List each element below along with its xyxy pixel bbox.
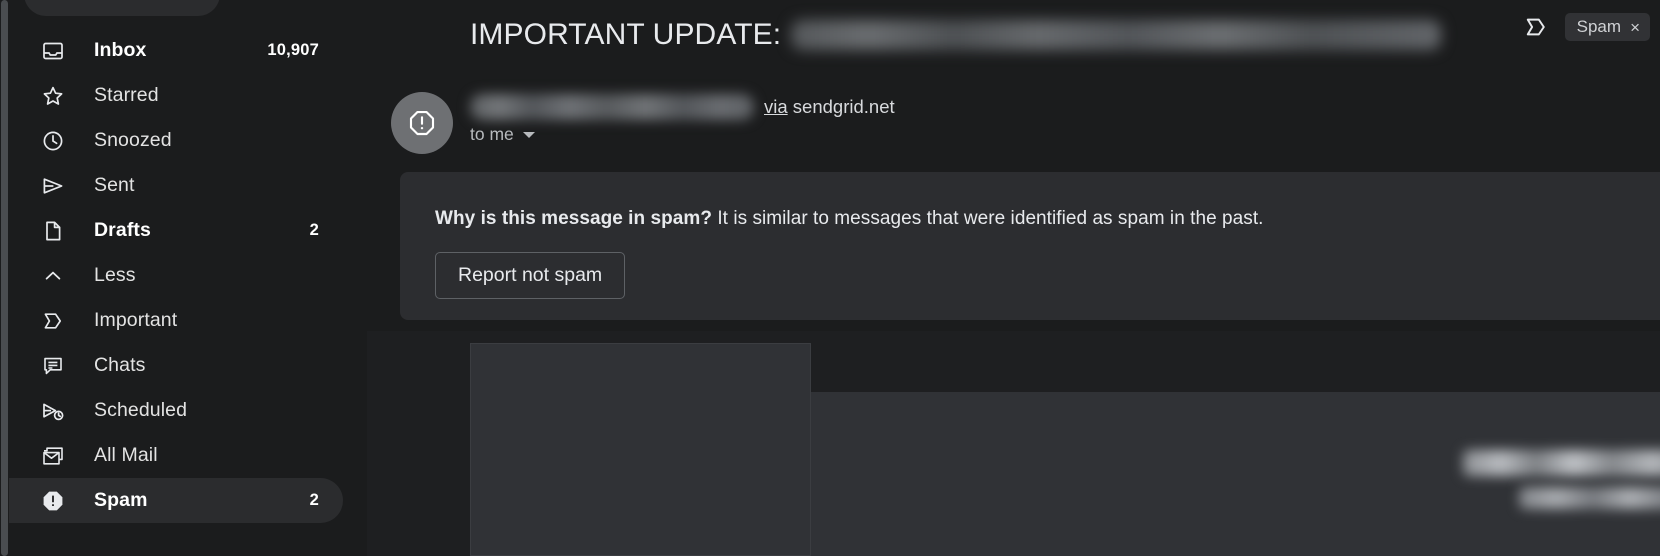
sender-domain: sendgrid.net [792, 96, 895, 117]
clock-icon [40, 128, 66, 154]
via-link[interactable]: via [764, 96, 788, 117]
subject-redacted-text [791, 20, 1442, 50]
sidebar-item-spam[interactable]: Spam 2 [0, 478, 343, 523]
sidebar-item-count: 10,907 [267, 41, 319, 59]
sidebar-item-label: Inbox [94, 39, 147, 61]
all-mail-icon [40, 443, 66, 469]
sidebar-item-chats[interactable]: Chats [0, 343, 343, 388]
sidebar-item-label: Less [94, 264, 136, 286]
sidebar-item-all-mail[interactable]: All Mail [0, 433, 343, 478]
chevron-down-icon[interactable] [522, 131, 535, 138]
sidebar: Inbox 10,907 Starred Snoozed Sent Drafts… [0, 0, 367, 556]
sidebar-item-label: Spam [94, 489, 148, 511]
body-redacted-line-2 [1519, 487, 1660, 509]
spam-warning-question: Why is this message in spam? [435, 208, 712, 229]
message-body-image-block [470, 343, 811, 556]
via-sender-domain: via sendgrid.net [764, 96, 895, 118]
avatar[interactable] [391, 92, 453, 154]
sender-line: via sendgrid.net [470, 94, 895, 120]
gmail-message-view: Inbox 10,907 Starred Snoozed Sent Drafts… [0, 0, 1660, 556]
recipient-dropdown[interactable]: to me [470, 124, 535, 145]
page-title: IMPORTANT UPDATE: [470, 18, 782, 51]
message-pane: IMPORTANT UPDATE: Spam × via sendgrid.ne… [367, 0, 1660, 556]
spam-icon [40, 488, 66, 514]
sidebar-item-label: Scheduled [94, 399, 188, 421]
sender-redacted-text [470, 94, 754, 120]
recipient-label: to me [470, 124, 514, 144]
sidebar-item-label: Drafts [94, 219, 151, 241]
sidebar-item-above-stub[interactable] [24, 0, 220, 16]
sidebar-item-inbox[interactable]: Inbox 10,907 [0, 28, 343, 73]
status-badge[interactable]: Spam × [1564, 13, 1650, 41]
send-icon [40, 173, 66, 199]
sidebar-item-less[interactable]: Less [0, 253, 343, 298]
spam-warning-explanation: It is similar to messages that were iden… [717, 208, 1264, 229]
spam-warning-text: Why is this message in spam? It is simil… [435, 208, 1660, 230]
sidebar-item-snoozed[interactable]: Snoozed [0, 118, 343, 163]
sidebar-item-label: Starred [94, 84, 159, 106]
message-subject-row: IMPORTANT UPDATE: [470, 10, 1660, 60]
scheduled-icon [40, 398, 66, 424]
body-redacted-line-1 [1463, 450, 1660, 476]
chats-icon [40, 353, 66, 379]
sidebar-item-sent[interactable]: Sent [0, 163, 343, 208]
chevron-up-icon [40, 263, 66, 289]
sidebar-nav-list: Inbox 10,907 Starred Snoozed Sent Drafts… [0, 28, 367, 523]
sidebar-item-label: Chats [94, 354, 146, 376]
important-icon[interactable] [1521, 12, 1551, 42]
important-icon [40, 308, 66, 334]
sidebar-item-label: Sent [94, 174, 135, 196]
scrollbar-thumb[interactable] [1, 0, 8, 556]
label-chip-text: Spam [1576, 17, 1622, 36]
sidebar-item-count: 2 [309, 221, 319, 239]
sidebar-item-label: All Mail [94, 444, 158, 466]
close-icon[interactable]: × [1630, 19, 1640, 36]
sidebar-item-scheduled[interactable]: Scheduled [0, 388, 343, 433]
subject-toolbar: Spam × [1521, 12, 1650, 42]
sidebar-item-drafts[interactable]: Drafts 2 [0, 208, 343, 253]
sidebar-item-important[interactable]: Important [0, 298, 343, 343]
spam-warning-banner: Why is this message in spam? It is simil… [400, 172, 1660, 320]
sidebar-item-starred[interactable]: Starred [0, 73, 343, 118]
sidebar-item-label: Important [94, 309, 178, 331]
inbox-icon [40, 38, 66, 64]
draft-icon [40, 218, 66, 244]
sender-block: via sendgrid.net to me [391, 88, 1660, 158]
sidebar-item-count: 2 [309, 491, 319, 509]
page-scrollbar[interactable] [0, 0, 9, 556]
star-icon [40, 83, 66, 109]
sidebar-item-label: Snoozed [94, 129, 172, 151]
message-body [367, 331, 1660, 556]
report-not-spam-button[interactable]: Report not spam [435, 252, 626, 299]
